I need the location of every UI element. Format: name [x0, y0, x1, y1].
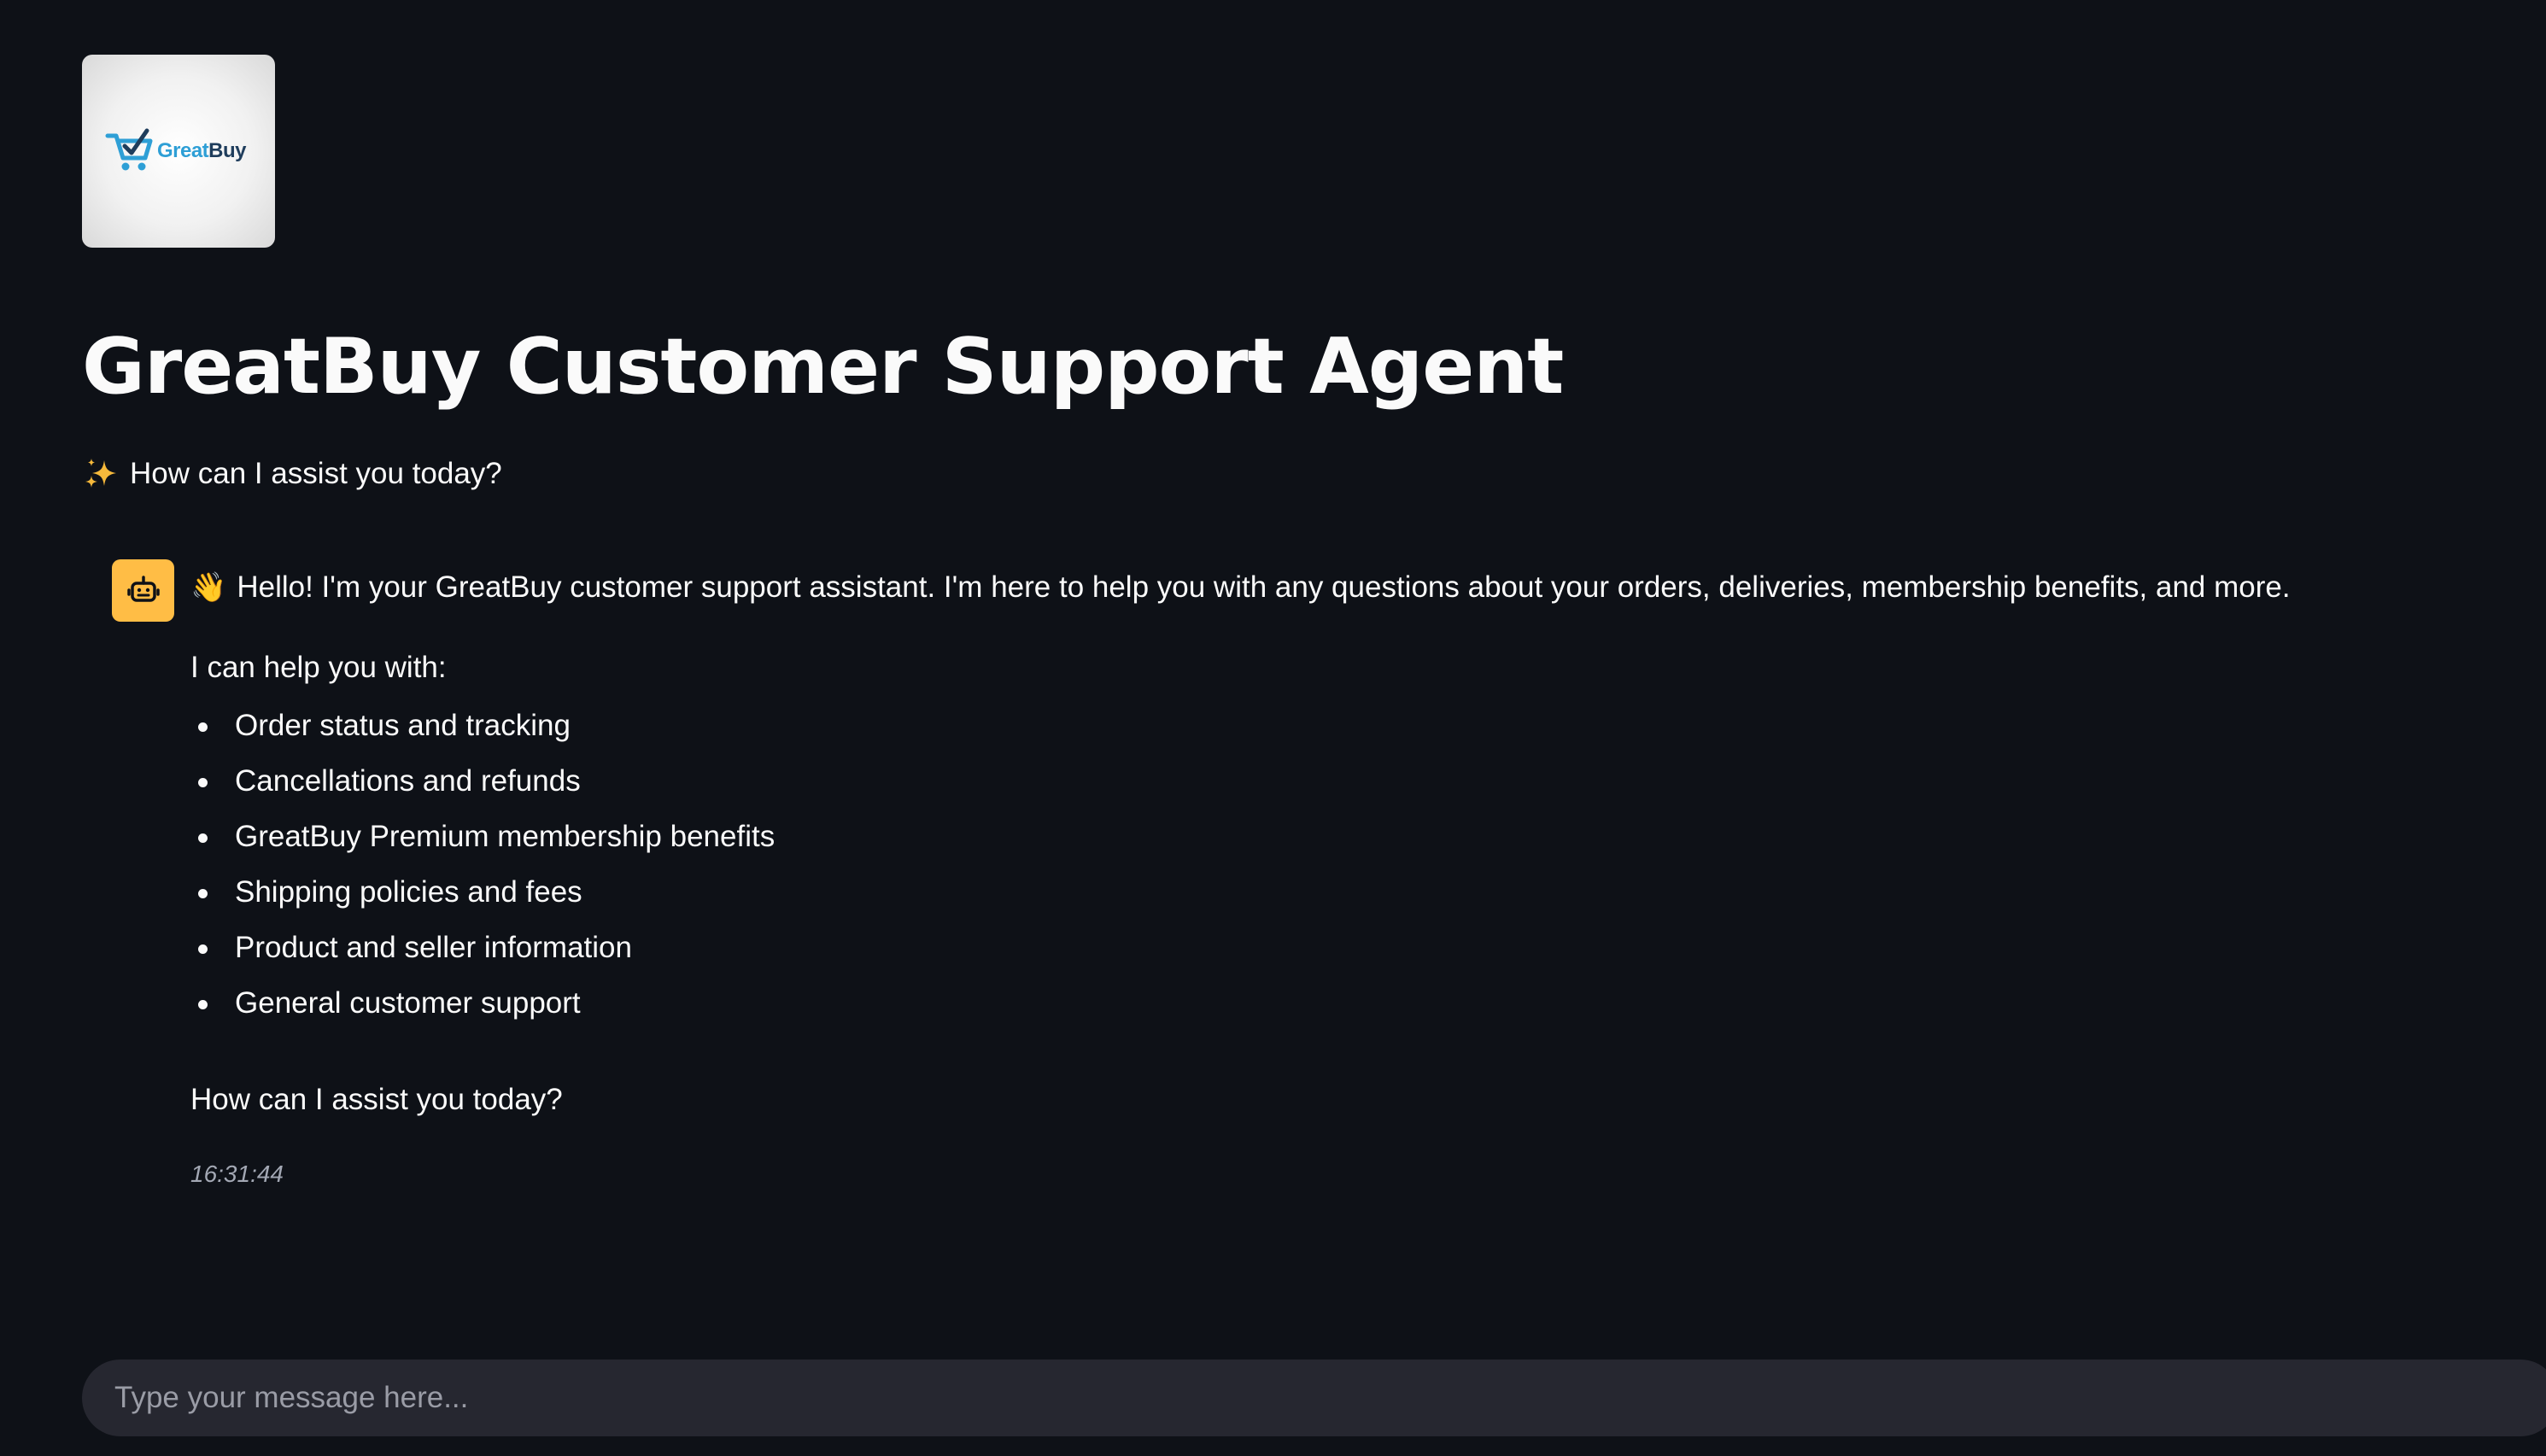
closing-text: How can I assist you today?: [190, 1083, 563, 1116]
sparkle-icon: [84, 457, 118, 491]
chat-input-container: [82, 1360, 2546, 1436]
capabilities-list: Order status and tracking Cancellations …: [190, 705, 775, 1038]
list-item: Order status and tracking: [190, 705, 775, 760]
page-title: GreatBuy Customer Support Agent: [82, 322, 1564, 412]
chat-message-input[interactable]: [114, 1360, 2506, 1436]
greeting-text: Hello! I'm your GreatBuy customer suppor…: [237, 570, 2291, 604]
shopping-cart-icon: [104, 127, 155, 175]
list-item: Shipping policies and fees: [190, 871, 775, 927]
page-subtitle: How can I assist you today?: [84, 453, 502, 495]
message-timestamp: 16:31:44: [190, 1161, 284, 1187]
list-item: Product and seller information: [190, 927, 775, 982]
list-item: General customer support: [190, 982, 775, 1038]
greatbuy-logo: GreatBuy: [82, 55, 275, 248]
robot-icon: [112, 559, 174, 622]
subtitle-text: How can I assist you today?: [130, 457, 502, 490]
logo-wordmark: GreatBuy: [156, 139, 247, 162]
list-item: GreatBuy Premium membership benefits: [190, 816, 775, 871]
list-item: Cancellations and refunds: [190, 760, 775, 816]
intro-text: I can help you with:: [190, 651, 447, 684]
greeting-line: 👋 Hello! I'm your GreatBuy customer supp…: [190, 566, 2291, 609]
waving-hand-icon: 👋: [190, 571, 227, 604]
